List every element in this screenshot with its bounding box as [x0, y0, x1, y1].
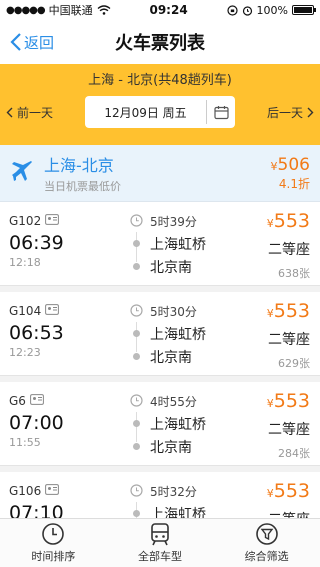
to-station: 北京南 — [150, 350, 192, 366]
id-card-icon — [45, 484, 60, 498]
train-card[interactable]: G6 07:00 11:55 4时55分 上海虹桥 北京南 ¥553 二等座 2… — [0, 382, 320, 466]
tickets-left: 638张 — [278, 267, 310, 280]
signal-icon: ●●●●● — [6, 4, 46, 16]
next-day-button[interactable]: 后一天 — [242, 104, 314, 121]
tickets-left: 284张 — [278, 447, 310, 460]
wifi-icon — [97, 5, 111, 15]
status-time: 09:24 — [149, 3, 188, 17]
status-right: 100% — [226, 3, 316, 17]
prev-day-button[interactable]: 前一天 — [6, 104, 78, 121]
lock-rotation-icon — [226, 4, 238, 16]
arrive-time: 12:23 — [9, 346, 41, 359]
back-button[interactable]: 返回 — [10, 20, 54, 64]
duration: 4时55分 — [150, 395, 197, 409]
nav-bar: 返回 火车票列表 — [0, 20, 320, 64]
duration: 5时30分 — [150, 305, 197, 319]
chevron-left-icon — [6, 107, 13, 117]
ticket-price: ¥553 — [266, 300, 310, 322]
seat-class: 二等座 — [268, 332, 310, 348]
date-picker[interactable]: 12月09日 周五 — [85, 96, 235, 128]
duration: 5时32分 — [150, 485, 197, 499]
clock-icon — [130, 484, 143, 497]
calendar-icon[interactable] — [207, 105, 235, 120]
airplane-icon — [10, 159, 36, 187]
train-number: G102 — [9, 214, 42, 228]
flight-route: 上海-北京 — [44, 156, 114, 175]
back-label: 返回 — [24, 33, 55, 52]
id-card-icon — [45, 214, 60, 228]
status-left: ●●●●● 中国联通 — [6, 2, 111, 18]
ticket-price: ¥553 — [266, 480, 310, 502]
destination-dot — [133, 263, 140, 270]
bottom-tab-bar: 时间排序 全部车型 综合筛选 — [0, 518, 320, 567]
train-list: G102 06:39 12:18 5时39分 上海虹桥 北京南 ¥553 二等座… — [0, 202, 320, 556]
seat-class: 二等座 — [268, 242, 310, 258]
origin-dot — [133, 510, 140, 517]
chevron-right-icon — [307, 107, 314, 117]
date-header: 上海 - 北京(共48趟列车) 前一天 12月09日 周五 后一天 — [0, 64, 320, 145]
flight-price-block: ¥506 4.1折 — [271, 155, 310, 192]
clock-icon — [130, 304, 143, 317]
battery-percent: 100% — [256, 3, 288, 17]
clock-icon — [130, 214, 143, 227]
tab-label: 综合筛选 — [244, 550, 289, 563]
clock-icon — [130, 394, 143, 407]
next-day-label: 后一天 — [266, 105, 303, 120]
battery-icon — [291, 5, 316, 15]
clock-icon — [42, 523, 65, 545]
train-icon — [151, 523, 169, 546]
depart-time: 06:53 — [9, 322, 64, 344]
train-number: G104 — [9, 304, 42, 318]
origin-dot — [133, 330, 140, 337]
page-title: 火车票列表 — [115, 33, 205, 54]
depart-time: 06:39 — [9, 232, 64, 254]
carrier-name: 中国联通 — [48, 4, 93, 17]
tab-time-sort[interactable]: 时间排序 — [0, 519, 107, 567]
tab-label: 时间排序 — [31, 550, 76, 563]
from-station: 上海虹桥 — [150, 417, 206, 433]
flight-info: 上海-北京 当日机票最低价 — [44, 152, 271, 194]
filter-icon — [255, 523, 278, 545]
tab-label: 全部车型 — [138, 550, 182, 563]
from-station: 上海虹桥 — [150, 237, 206, 253]
train-card[interactable]: G102 06:39 12:18 5时39分 上海虹桥 北京南 ¥553 二等座… — [0, 202, 320, 286]
id-card-icon — [30, 394, 44, 408]
flight-price: ¥506 — [270, 154, 310, 175]
alarm-icon — [242, 5, 252, 16]
arrive-time: 12:18 — [9, 256, 41, 269]
tab-train-type[interactable]: 全部车型 — [107, 519, 214, 567]
route-line — [136, 322, 137, 352]
status-bar: ●●●●● 中国联通 09:24 100% — [0, 0, 320, 20]
tab-filter[interactable]: 综合筛选 — [213, 519, 320, 567]
train-card[interactable]: G104 06:53 12:23 5时30分 上海虹桥 北京南 ¥553 二等座… — [0, 292, 320, 376]
ticket-price: ¥553 — [266, 390, 310, 412]
seat-class: 二等座 — [268, 422, 310, 438]
arrive-time: 11:55 — [9, 436, 41, 449]
date-row: 前一天 12月09日 周五 后一天 — [0, 92, 320, 132]
route-line — [136, 232, 137, 262]
destination-dot — [133, 443, 140, 450]
from-station: 上海虹桥 — [150, 327, 206, 343]
route-line — [136, 412, 137, 442]
ticket-price: ¥553 — [266, 210, 310, 232]
tickets-left: 629张 — [278, 357, 310, 370]
route-summary: 上海 - 北京(共48趟列车) — [88, 72, 232, 88]
origin-dot — [133, 420, 140, 427]
duration: 5时39分 — [150, 215, 197, 229]
selected-date: 12月09日 周五 — [104, 105, 187, 120]
train-number: G6 — [9, 394, 26, 408]
flight-discount: 4.1折 — [278, 176, 310, 191]
train-number: G106 — [9, 484, 42, 498]
flight-subtitle: 当日机票最低价 — [44, 180, 121, 193]
prev-day-label: 前一天 — [17, 105, 54, 120]
flight-promo-card[interactable]: 上海-北京 当日机票最低价 ¥506 4.1折 — [0, 145, 320, 202]
id-card-icon — [45, 304, 60, 318]
origin-dot — [133, 240, 140, 247]
depart-time: 07:00 — [9, 412, 64, 434]
to-station: 北京南 — [150, 440, 192, 456]
to-station: 北京南 — [150, 260, 192, 276]
chevron-left-icon — [10, 33, 21, 51]
destination-dot — [133, 353, 140, 360]
